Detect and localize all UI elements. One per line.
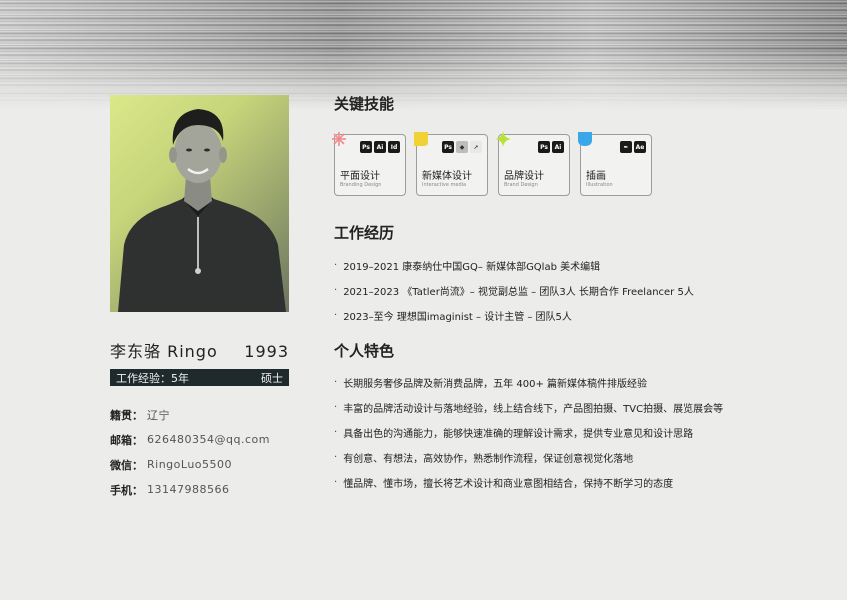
photoshop-icon: Ps (442, 141, 454, 153)
experience-text: 2019–2021 康泰纳仕中国GQ– 新媒体部GQlab 美术编辑 (343, 262, 601, 273)
degree: 硕士 (261, 371, 283, 385)
trait-item: · 有创意、有想法，高效协作，熟悉制作流程，保证创意视觉化落地 (334, 445, 723, 470)
info-label: 微信： (110, 458, 143, 472)
bullet: · (334, 377, 338, 388)
info-label: 邮箱： (110, 433, 143, 447)
section-title-experience: 工作经历 (334, 224, 395, 242)
experience-years: 工作经验：5年 (116, 371, 189, 385)
bullet: · (334, 427, 338, 438)
traits-list: · 长期服务奢侈品牌及新消费品牌，五年 400+ 篇新媒体稿件排版经验 · 丰富… (334, 370, 723, 495)
info-wechat: 微信： RingoLuo5500 (110, 452, 270, 477)
bullet: · (334, 285, 338, 296)
info-value: 13147988566 (147, 483, 230, 496)
bullet: · (334, 310, 338, 321)
birth-year: 1993 (244, 342, 289, 361)
info-hometown: 籍贯： 辽宁 (110, 402, 270, 427)
trait-item: · 具备出色的沟通能力，能够快速准确的理解设计需求，提供专业意见和设计思路 (334, 420, 723, 445)
info-value: 辽宁 (147, 408, 170, 422)
experience-bar: 工作经验：5年 硕士 (110, 369, 289, 386)
illustrator-icon: Ai (374, 141, 386, 153)
skill-name: 新媒体设计 (422, 171, 472, 182)
experience-text: 2021–2023 《Tatler尚流》– 视觉副总监 – 团队3人 长期合作 … (343, 287, 694, 298)
experience-item: · 2019–2021 康泰纳仕中国GQ– 新媒体部GQlab 美术编辑 (334, 253, 694, 278)
skill-card-illustration: ✒ Ae 插画 Illustration (578, 132, 652, 196)
trait-text: 丰富的品牌活动设计与落地经验，线上结合线下，产品图拍摄、TVC拍摄、展览展会等 (343, 404, 724, 415)
trait-item: · 懂品牌、懂市场，擅长将艺术设计和商业意图相结合，保持不断学习的态度 (334, 470, 723, 495)
section-title-skills: 关键技能 (334, 95, 395, 113)
section-title-traits: 个人特色 (334, 342, 395, 360)
skills-row: Ps Ai Id 平面设计 Branding Design Ps ◆ ➚ 新媒体… (332, 131, 652, 196)
name-row: 李东骆 Ringo 1993 (110, 338, 289, 362)
figma-icon: ➚ (470, 141, 482, 153)
info-phone: 手机： 13147988566 (110, 477, 270, 502)
experience-text: 2023–至今 理想国imaginist – 设计主管 – 团队5人 (343, 312, 572, 323)
skill-name: 平面设计 (340, 171, 380, 182)
illustrator-icon: Ai (552, 141, 564, 153)
skill-subtitle: Interactive media (422, 182, 467, 188)
bullet: · (334, 260, 338, 271)
asterisk-icon (332, 132, 346, 146)
header-glitch-texture (0, 0, 847, 110)
bullet: · (334, 402, 338, 413)
info-label: 籍贯： (110, 408, 143, 422)
skill-card-brand: Ps Ai 品牌设计 Brand Design (495, 131, 570, 196)
yellow-square-icon (414, 132, 428, 146)
skill-subtitle: Brand Design (504, 182, 538, 188)
email-link[interactable]: 626480354@qq.com (147, 433, 270, 446)
skill-subtitle: Branding Design (340, 182, 382, 188)
trait-item: · 丰富的品牌活动设计与落地经验，线上结合线下，产品图拍摄、TVC拍摄、展览展会… (334, 395, 723, 420)
after-effects-icon: Ae (634, 141, 646, 153)
photoshop-icon: Ps (360, 141, 372, 153)
info-email: 邮箱： 626480354@qq.com (110, 427, 270, 452)
tool-icons: ✒ Ae (620, 141, 646, 153)
experience-item: · 2023–至今 理想国imaginist – 设计主管 – 团队5人 (334, 303, 694, 328)
skill-card-graphic: Ps Ai Id 平面设计 Branding Design (332, 132, 406, 196)
skill-card-newmedia: Ps ◆ ➚ 新媒体设计 Interactive media (414, 132, 488, 196)
trait-text: 长期服务奢侈品牌及新消费品牌，五年 400+ 篇新媒体稿件排版经验 (343, 379, 648, 390)
photoshop-icon: Ps (538, 141, 550, 153)
trait-text: 懂品牌、懂市场，擅长将艺术设计和商业意图相结合，保持不断学习的态度 (343, 479, 674, 490)
indesign-icon: Id (388, 141, 400, 153)
candidate-name: 李东骆 Ringo (110, 342, 218, 361)
skill-name: 品牌设计 (504, 171, 544, 182)
contact-info-list: 籍贯： 辽宁 邮箱： 626480354@qq.com 微信： RingoLuo… (110, 402, 270, 502)
info-value: RingoLuo5500 (147, 458, 233, 471)
skill-name: 插画 (586, 171, 606, 182)
bullet: · (334, 477, 338, 488)
tool-icons: Ps ◆ ➚ (442, 141, 482, 153)
blue-shape-icon (578, 132, 592, 146)
sketch-icon: ◆ (456, 141, 468, 153)
experience-item: · 2021–2023 《Tatler尚流》– 视觉副总监 – 团队3人 长期合… (334, 278, 694, 303)
skill-subtitle: Illustration (586, 182, 613, 188)
profile-photo (110, 95, 289, 312)
trait-text: 具备出色的沟通能力，能够快速准确的理解设计需求，提供专业意见和设计思路 (343, 429, 694, 440)
procreate-icon: ✒ (620, 141, 632, 153)
info-label: 手机： (110, 483, 143, 497)
sparkle-icon (495, 131, 511, 147)
tool-icons: Ps Ai Id (360, 141, 400, 153)
portrait-illustration (118, 109, 286, 312)
trait-item: · 长期服务奢侈品牌及新消费品牌，五年 400+ 篇新媒体稿件排版经验 (334, 370, 723, 395)
tool-icons: Ps Ai (538, 141, 564, 153)
bullet: · (334, 452, 338, 463)
experience-list: · 2019–2021 康泰纳仕中国GQ– 新媒体部GQlab 美术编辑 · 2… (334, 253, 694, 328)
trait-text: 有创意、有想法，高效协作，熟悉制作流程，保证创意视觉化落地 (343, 454, 634, 465)
